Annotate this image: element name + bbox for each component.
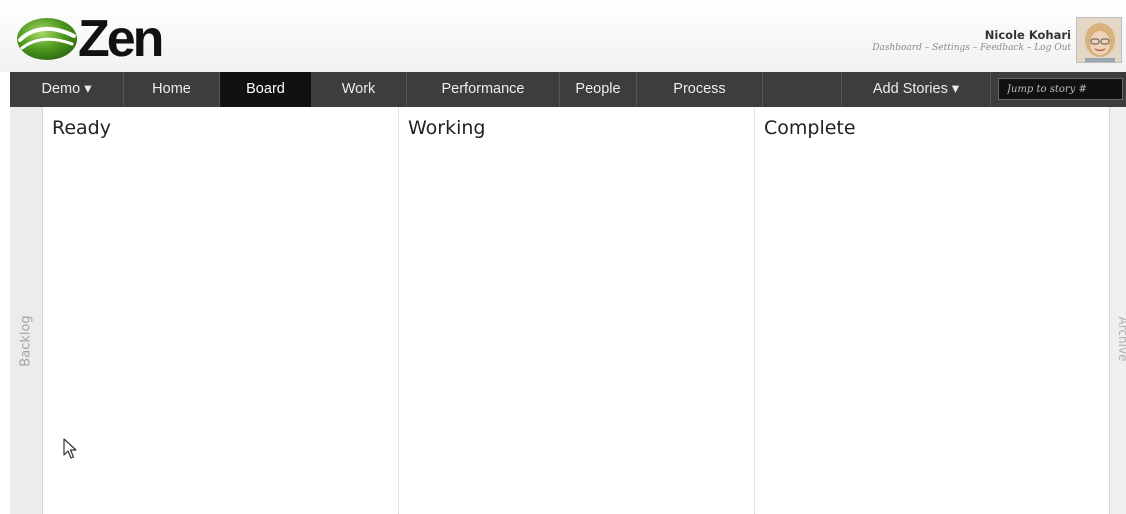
nav-separator: [990, 72, 991, 107]
user-name: Nicole Kohari: [984, 28, 1071, 42]
nav-separator: [762, 72, 763, 107]
nav-board[interactable]: Board: [220, 72, 311, 107]
nav-process[interactable]: Process: [637, 72, 762, 107]
user-photo-icon: [1077, 18, 1121, 62]
nav-performance[interactable]: Performance: [407, 72, 559, 107]
nav-people[interactable]: People: [560, 72, 636, 107]
mouse-pointer-icon: [63, 438, 77, 459]
link-separator: –: [972, 43, 978, 53]
column-title-complete: Complete: [764, 117, 856, 139]
app-header: Zen Nicole Kohari Dashboard – Settings –…: [0, 0, 1126, 72]
main-nav: Demo ▾ Home Board Work Performance Peopl…: [10, 72, 1126, 107]
column-ready[interactable]: Ready: [43, 107, 398, 514]
link-separator: –: [1026, 43, 1032, 53]
nav-home[interactable]: Home: [124, 72, 219, 107]
add-stories-dropdown[interactable]: Add Stories ▾: [842, 72, 990, 107]
backlog-tab[interactable]: Backlog: [10, 107, 43, 514]
column-title-working: Working: [408, 117, 486, 139]
kanban-board: Backlog Ready Working Complete Archive: [10, 107, 1126, 514]
column-title-ready: Ready: [52, 117, 111, 139]
backlog-label: Backlog: [18, 315, 34, 367]
zen-logo[interactable]: Zen: [16, 10, 164, 68]
logout-link[interactable]: Log Out: [1034, 43, 1071, 53]
user-links: Dashboard – Settings – Feedback – Log Ou…: [872, 42, 1071, 54]
feedback-link[interactable]: Feedback: [980, 43, 1024, 53]
zen-leaf-icon: [17, 18, 77, 60]
logo-text: Zen: [78, 10, 164, 68]
archive-label: Archive: [1116, 316, 1126, 362]
column-complete[interactable]: Complete: [755, 107, 1109, 514]
settings-link[interactable]: Settings: [932, 43, 970, 53]
user-block: Nicole Kohari Dashboard – Settings – Fee…: [872, 28, 1071, 54]
jump-to-story-input[interactable]: [998, 78, 1123, 100]
archive-tab[interactable]: Archive: [1109, 107, 1126, 514]
column-working[interactable]: Working: [399, 107, 754, 514]
dashboard-link[interactable]: Dashboard: [872, 43, 922, 53]
nav-demo-dropdown[interactable]: Demo ▾: [10, 72, 123, 107]
avatar[interactable]: [1076, 17, 1122, 63]
link-separator: –: [924, 43, 930, 53]
nav-work[interactable]: Work: [311, 72, 406, 107]
